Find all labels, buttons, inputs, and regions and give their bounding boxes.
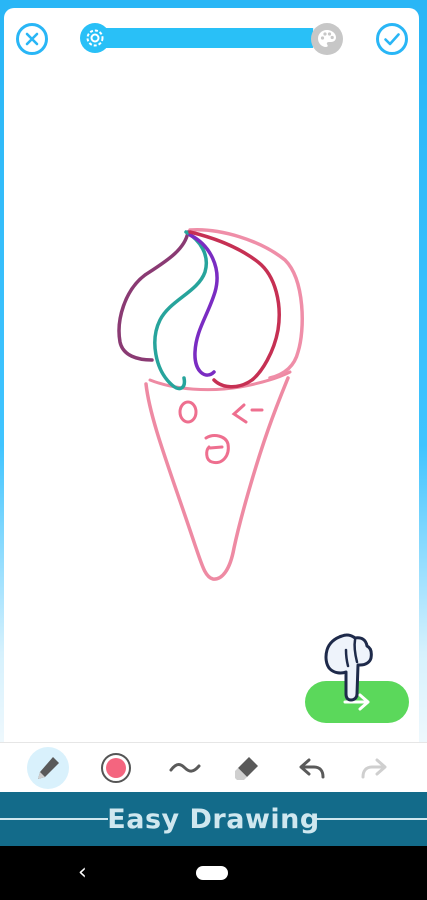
banner-divider-right xyxy=(315,818,427,820)
tool-undo[interactable] xyxy=(291,747,333,789)
undo-icon xyxy=(299,758,325,779)
banner-divider-left xyxy=(0,818,108,820)
pointer-hand-icon xyxy=(324,633,373,702)
face-tongue xyxy=(208,445,224,450)
tool-pencil[interactable] xyxy=(27,747,69,789)
swirl-red xyxy=(188,230,281,389)
tool-redo[interactable] xyxy=(353,747,395,789)
ice-cream-drawing xyxy=(117,228,304,581)
nav-back-button[interactable]: ‹ xyxy=(78,860,87,885)
swirl-teal xyxy=(153,230,208,391)
redo-icon xyxy=(361,758,387,779)
face-eye-left xyxy=(178,400,198,424)
tool-brush-size[interactable] xyxy=(164,747,206,789)
cone-rim xyxy=(148,370,292,392)
system-nav-bar: ‹ xyxy=(0,846,427,900)
pencil-icon xyxy=(38,757,59,779)
nav-home-button[interactable] xyxy=(196,866,228,880)
color-picker-icon xyxy=(101,753,131,783)
face-eye-wink xyxy=(231,403,264,424)
tool-color[interactable] xyxy=(95,747,137,789)
cone-face xyxy=(178,400,264,465)
eraser-icon xyxy=(235,757,258,780)
brush-stroke-icon xyxy=(169,763,201,773)
app-title: Easy Drawing xyxy=(107,803,320,835)
swirl-purple xyxy=(188,233,219,377)
tool-eraser[interactable] xyxy=(226,747,268,789)
cone-outline xyxy=(144,376,290,581)
drawing-toolbar xyxy=(0,742,427,792)
app-banner: Easy Drawing xyxy=(0,792,427,846)
